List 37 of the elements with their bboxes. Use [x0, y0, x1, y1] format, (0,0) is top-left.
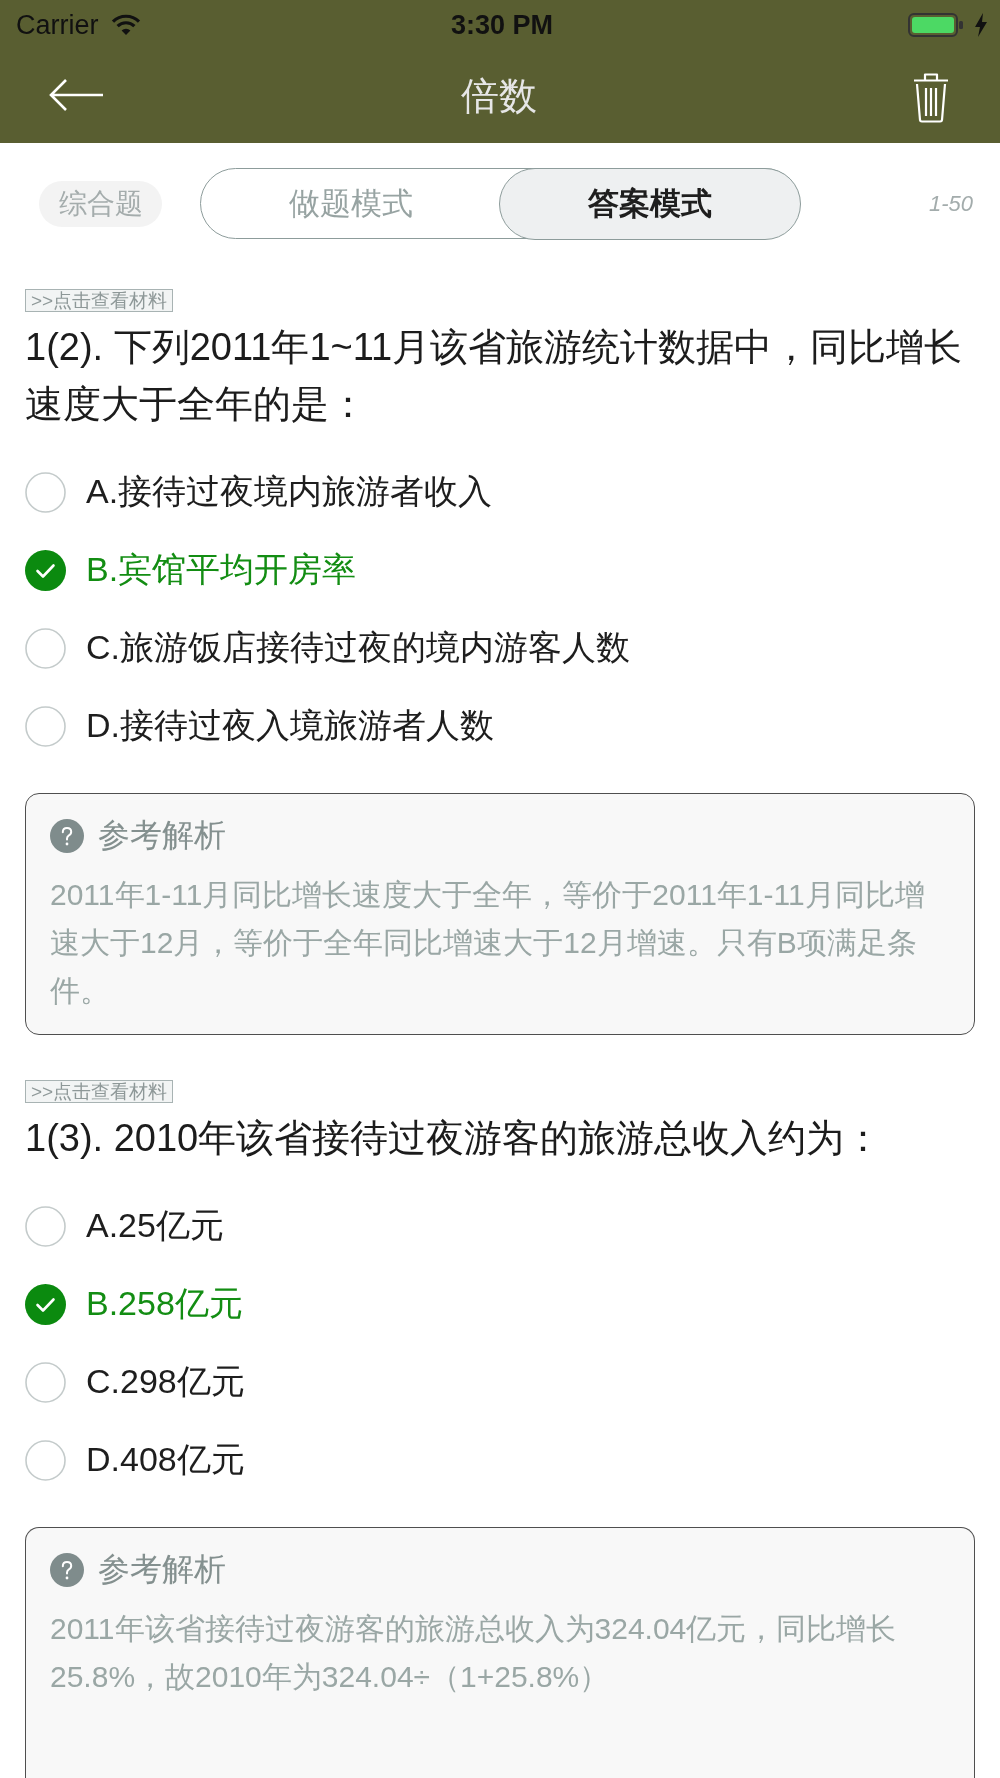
radio-button-icon[interactable] [25, 471, 66, 513]
explanation-text: 2011年1-11月同比增长速度大于全年，等价于2011年1-11月同比增速大于12月，等价于全年同比增速大于12月增速。只有B项满足条件。 [50, 877, 926, 1009]
explanation-text: 2011年该省接待过夜游客的旅游总收入为324.04亿元，同比增长25.8%，故2010年为324.04÷（1+25.8%） [50, 1611, 898, 1695]
explanation-heading: 参考解析 [98, 1550, 226, 1589]
mode-tab[interactable]: 答案模式 [498, 167, 801, 240]
radio-button-icon[interactable] [25, 1205, 66, 1247]
material-link[interactable]: >>点击查看材料 [25, 1080, 174, 1103]
question-range: 1-50 [928, 190, 973, 217]
battery-icon [908, 13, 964, 37]
explanation-heading: 参考解析 [98, 816, 226, 855]
option-label: A.25亿元 [86, 1205, 224, 1246]
checked-radio-icon[interactable] [25, 1283, 66, 1325]
status-time: 3:30 PM [450, 9, 553, 41]
charging-icon [974, 13, 988, 37]
question-text: 1(2). 下列2011年1~11月该省旅游统计数据中，同比增长速度大于全年的是： [25, 325, 964, 427]
material-link[interactable]: >>点击查看材料 [25, 289, 174, 312]
option-label: C.298亿元 [86, 1361, 245, 1402]
radio-button-icon[interactable] [25, 1439, 66, 1481]
option-label: D.408亿元 [86, 1439, 245, 1480]
carrier-name: Carrier [16, 9, 99, 41]
category-tag: 综合题 [39, 180, 162, 227]
checked-radio-icon[interactable] [25, 549, 66, 591]
wifi-icon [110, 14, 141, 36]
radio-button-icon[interactable] [25, 1361, 66, 1403]
option-label: A.接待过夜境内旅游者收入 [86, 471, 493, 512]
page-title: 倍数 [461, 74, 537, 119]
option-label: C.旅游饭店接待过夜的境内游客人数 [86, 627, 630, 668]
back-icon[interactable] [48, 77, 104, 112]
option-label: B.宾馆平均开房率 [86, 549, 357, 590]
question-text: 1(3). 2010年该省接待过夜游客的旅游总收入约为： [25, 1116, 884, 1161]
trash-icon[interactable] [912, 70, 950, 123]
help-icon [50, 819, 84, 853]
help-icon [50, 1553, 84, 1587]
option-label: D.接待过夜入境旅游者人数 [86, 705, 494, 746]
option-label: B.258亿元 [86, 1283, 243, 1324]
radio-button-icon[interactable] [25, 705, 66, 747]
radio-button-icon[interactable] [25, 627, 66, 669]
